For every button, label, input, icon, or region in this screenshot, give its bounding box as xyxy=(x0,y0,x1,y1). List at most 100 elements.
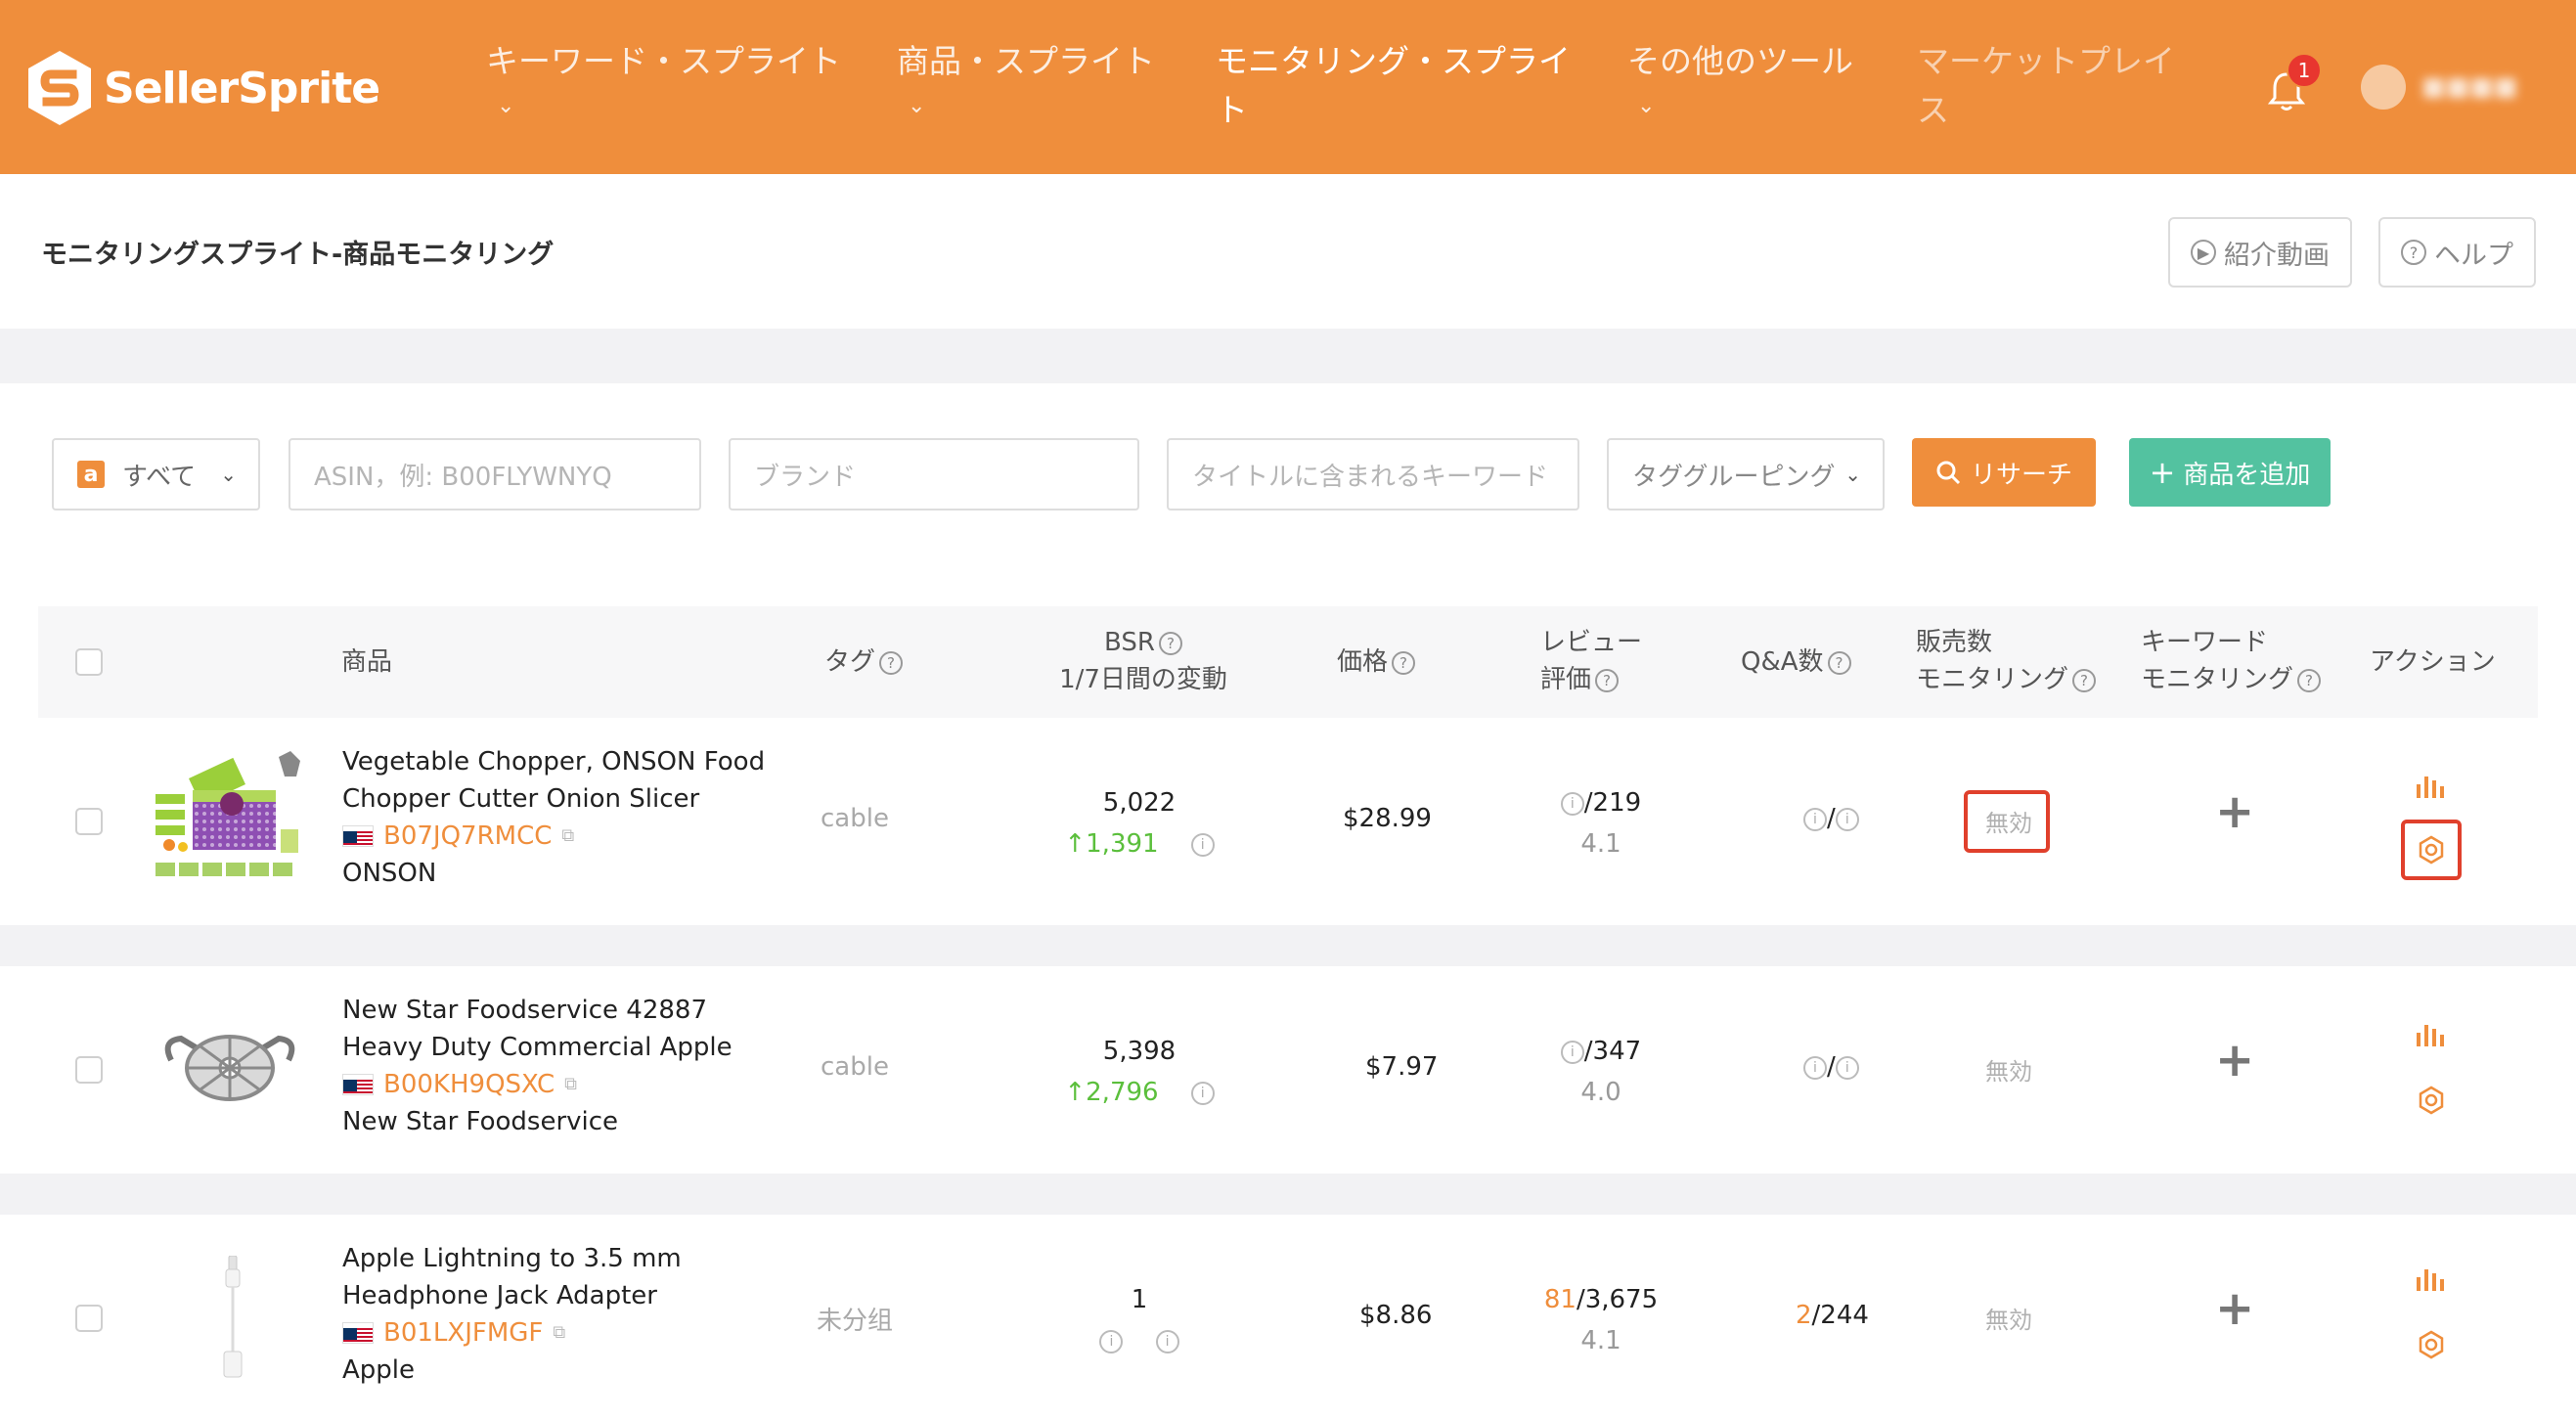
avatar[interactable] xyxy=(2361,65,2406,110)
product-tag[interactable]: cable xyxy=(821,1052,889,1082)
help-button[interactable]: ? ヘルプ xyxy=(2378,217,2536,288)
product-title-line2[interactable]: Heavy Duty Commercial Apple xyxy=(342,1029,733,1066)
add-keyword-monitoring-icon[interactable]: + xyxy=(2215,1281,2254,1336)
product-title-line1[interactable]: New Star Foodservice 42887 xyxy=(342,992,733,1029)
sales-monitoring-status[interactable]: 無効 xyxy=(1985,1301,2032,1335)
add-product-button[interactable]: + 商品を追加 xyxy=(2129,438,2331,507)
product-image-vegetable-chopper[interactable] xyxy=(154,747,310,894)
info-icon[interactable]: i xyxy=(1803,1055,1827,1080)
bsr-value: 5,398 xyxy=(1102,1037,1177,1066)
bar-chart-icon[interactable] xyxy=(2415,1021,2448,1048)
nav-product-sprite[interactable]: 商品・スプライト xyxy=(897,37,1155,86)
qa-cell: i / i xyxy=(1803,804,1859,833)
row-checkbox[interactable] xyxy=(75,808,103,835)
product-title-line1[interactable]: Vegetable Chopper, ONSON Food xyxy=(342,743,765,780)
us-flag-icon xyxy=(342,1074,374,1095)
info-icon[interactable]: i xyxy=(1560,791,1584,816)
question-icon[interactable]: ? xyxy=(1392,650,1416,675)
nav-other-tools[interactable]: その他のツール xyxy=(1627,37,1853,86)
product-image-lightning-adapter[interactable] xyxy=(214,1256,253,1383)
bsr-cell: 5,022 ↑1,391 i xyxy=(1032,782,1247,865)
question-icon[interactable]: ? xyxy=(1158,631,1182,655)
review-total: /347 xyxy=(1583,1037,1642,1066)
nav-marketplace-label-line2: ス xyxy=(1917,91,1949,129)
product-tag[interactable]: 未分组 xyxy=(817,1301,893,1337)
search-button[interactable]: リサーチ xyxy=(1912,438,2096,507)
asin-link[interactable]: B07JQ7RMCC xyxy=(383,818,552,855)
section-divider xyxy=(0,329,2576,383)
asin-link[interactable]: B01LXJFMGF xyxy=(383,1314,543,1352)
question-icon: ? xyxy=(2401,240,2426,265)
header-qa-label: Q&A数 xyxy=(1741,647,1824,677)
price-value: $8.86 xyxy=(1359,1301,1433,1330)
arrow-up-icon: ↑ xyxy=(1064,1078,1087,1107)
asin-input[interactable]: ASIN，例: B00FLYWNYQ xyxy=(289,438,701,510)
table-header: 商品 タグ? BSR? 1/7日間の変動 価格? レビュー 評価? Q&A数? … xyxy=(38,606,2538,718)
info-icon[interactable]: i xyxy=(1560,1040,1584,1064)
marketplace-select[interactable]: a すべて ⌄ xyxy=(52,438,260,510)
brand-input[interactable]: ブランド xyxy=(729,438,1139,510)
asin-row: B01LXJFMGF ⧉ xyxy=(342,1314,682,1352)
chevron-down-icon: ⌄ xyxy=(908,94,926,118)
nav-keyword-sprite[interactable]: キーワード・スプライト xyxy=(486,37,841,86)
us-flag-icon xyxy=(342,1322,374,1344)
product-image-apple-slicer[interactable] xyxy=(161,1021,298,1119)
sales-monitoring-status[interactable]: 無効 xyxy=(1985,1052,2032,1087)
intro-video-button[interactable]: ▶ 紹介動画 xyxy=(2168,217,2352,288)
asin-link[interactable]: B00KH9QSXC xyxy=(383,1066,555,1103)
product-title-line2[interactable]: Chopper Cutter Onion Slicer xyxy=(342,780,765,818)
select-all-checkbox[interactable] xyxy=(75,648,103,676)
qa-total: / xyxy=(1827,1052,1836,1082)
qa-new: 2 xyxy=(1796,1301,1812,1330)
us-flag-icon xyxy=(342,825,374,847)
info-icon[interactable]: i xyxy=(1803,807,1827,831)
add-keyword-monitoring-icon[interactable]: + xyxy=(2215,1033,2254,1087)
product-title-line2[interactable]: Headphone Jack Adapter xyxy=(342,1277,682,1314)
add-keyword-monitoring-icon[interactable]: + xyxy=(2215,784,2254,839)
tag-grouping-select[interactable]: タググルーピング ⌄ xyxy=(1607,438,1885,510)
qa-cell: i / i xyxy=(1803,1052,1859,1082)
question-icon[interactable]: ? xyxy=(2072,668,2097,692)
bsr-change: 1,391 xyxy=(1086,829,1159,859)
gear-icon[interactable] xyxy=(2417,835,2446,865)
question-icon[interactable]: ? xyxy=(1595,668,1620,692)
title-keyword-input[interactable]: タイトルに含まれるキーワード xyxy=(1167,438,1579,510)
table-row: New Star Foodservice 42887 Heavy Duty Co… xyxy=(38,966,2538,1174)
question-icon[interactable]: ? xyxy=(879,650,904,675)
rating-value: 4.0 xyxy=(1580,1078,1621,1107)
info-icon[interactable]: i xyxy=(1835,1055,1859,1080)
info-icon[interactable]: i xyxy=(1190,1081,1215,1105)
header-product: 商品 xyxy=(341,647,393,677)
row-checkbox[interactable] xyxy=(75,1305,103,1332)
info-icon[interactable]: i xyxy=(1099,1329,1124,1353)
review-cell: 81/3,675 4.1 xyxy=(1532,1279,1669,1361)
bsr-value: 1 xyxy=(1131,1285,1148,1314)
info-icon[interactable]: i xyxy=(1155,1329,1179,1353)
info-icon[interactable]: i xyxy=(1190,832,1215,857)
header-qa: Q&A数? xyxy=(1741,643,1851,681)
arrow-up-icon: ↑ xyxy=(1064,829,1087,859)
question-icon[interactable]: ? xyxy=(2297,668,2322,692)
gear-icon[interactable] xyxy=(2417,1086,2446,1115)
sellersprite-logo[interactable]: SellerSprite xyxy=(25,47,380,129)
review-new: 81 xyxy=(1543,1285,1577,1314)
header-bsr-sub: 1/7日間の変動 xyxy=(1059,665,1227,694)
external-link-icon[interactable]: ⧉ xyxy=(564,1066,577,1103)
nav-monitoring-sprite[interactable]: モニタリング・スプライ ト xyxy=(1216,37,1571,135)
product-tag[interactable]: cable xyxy=(821,804,889,833)
nav-monitoring-label-line2: ト xyxy=(1216,91,1248,129)
rating-value: 4.1 xyxy=(1580,829,1621,859)
question-icon[interactable]: ? xyxy=(1827,650,1851,675)
product-title-line1[interactable]: Apple Lightning to 3.5 mm xyxy=(342,1240,682,1277)
table-row: Vegetable Chopper, ONSON Food Chopper Cu… xyxy=(38,718,2538,925)
nav-marketplace[interactable]: マーケットプレイ ス xyxy=(1917,37,2175,135)
external-link-icon[interactable]: ⧉ xyxy=(561,818,574,855)
row-checkbox[interactable] xyxy=(75,1056,103,1084)
bar-chart-icon[interactable] xyxy=(2415,773,2448,800)
bar-chart-icon[interactable] xyxy=(2415,1265,2448,1293)
sales-monitoring-status[interactable]: 無効 xyxy=(1985,804,2032,838)
username-blurred[interactable]: ■■■■ xyxy=(2421,72,2525,102)
gear-icon[interactable] xyxy=(2417,1330,2446,1359)
info-icon[interactable]: i xyxy=(1835,807,1859,831)
external-link-icon[interactable]: ⧉ xyxy=(553,1314,565,1352)
